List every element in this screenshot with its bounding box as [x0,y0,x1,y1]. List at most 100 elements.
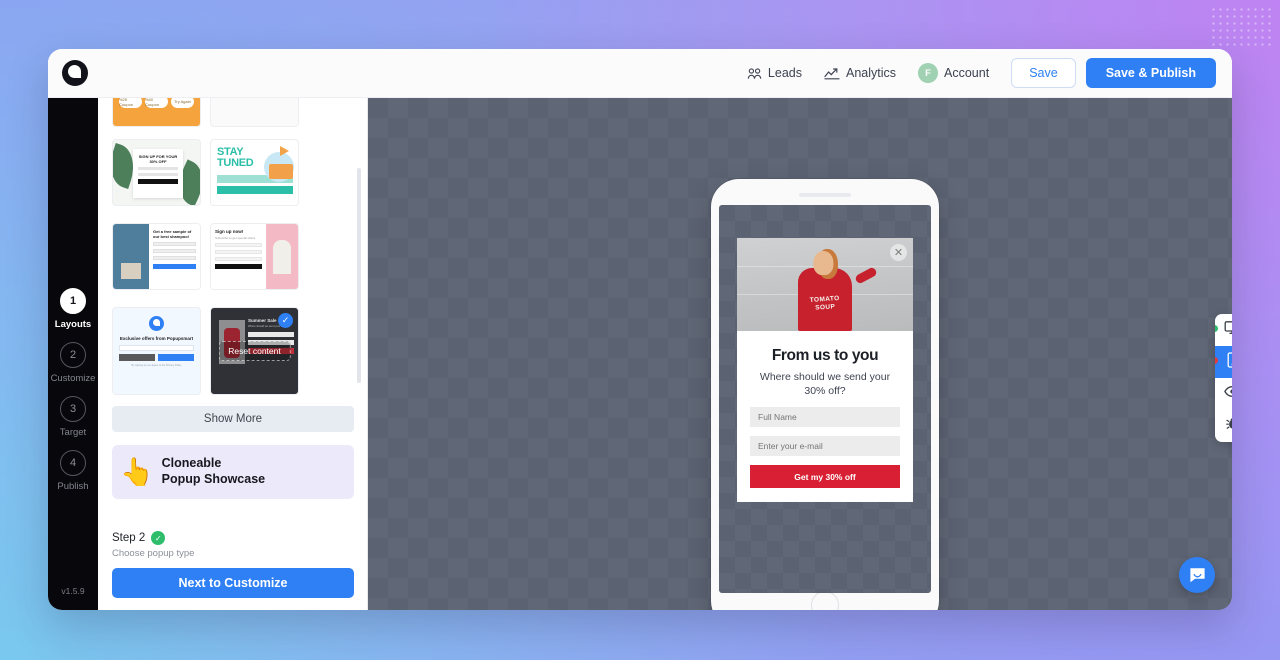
top-navigation-bar: Leads Analytics F Account Save Save & Pu… [48,49,1232,98]
wheel-pill: Try Again [171,98,194,108]
promo-title-line1: Cloneable [161,456,222,471]
leaves-card-input [138,173,178,177]
step-item-publish[interactable]: 4 Publish [48,450,98,492]
promo-title: Cloneable Popup Showcase [162,456,266,487]
show-more-button[interactable]: Show More [112,406,354,432]
template-thumbnail-summer-sale-selected[interactable]: Summer Sale Where should we send your of… [210,307,299,395]
template-row: Exclusive offers from Popupsmart By sign… [112,307,354,395]
popup-hero-image: TOMATO SOUP ✕ [737,238,913,331]
template-thumbnail-stay-tuned[interactable]: STAY TUNED [210,139,299,206]
nav-label-analytics: Analytics [845,66,897,80]
template-thumbnail-wheel[interactable]: %20 Coupon %30 Coupon %50 Coupon %25 Cou… [112,98,201,127]
popupsmart-no-button [119,354,155,361]
chat-bubble-icon[interactable] [1179,557,1215,593]
template-thumbnail-leaves[interactable]: SIGN UP FOR YOUR 30% OFF [112,139,201,206]
signup-card: Sign up now! Subscribe to get special of… [211,224,266,289]
save-and-publish-button[interactable]: Save & Publish [1085,58,1216,88]
signup-card-input [215,257,262,262]
check-circle-icon: ✓ [151,531,166,545]
get-my-discount-button[interactable]: Get my 30% off [750,465,900,489]
template-thumbnail-stool[interactable]: Get a free sample of our best shampoo! [112,223,201,290]
step-item-target[interactable]: 3 Target [48,396,98,438]
popupsmart-yes-button [158,354,194,361]
templates-scroll-area[interactable]: %20 Coupon %30 Coupon %50 Coupon %25 Cou… [98,98,367,523]
templates-panel: %20 Coupon %30 Coupon %50 Coupon %25 Cou… [98,98,368,610]
wheel-pill: %40 Coupon [145,98,168,108]
email-input[interactable] [750,436,900,457]
popupsmart-logo-icon[interactable] [62,60,88,86]
sweatshirt-text: TOMATO SOUP [810,295,841,313]
step-status-line: Step 2 ✓ [112,531,354,545]
template-row: %20 Coupon %30 Coupon %50 Coupon %25 Cou… [112,98,354,127]
phone-screen: TOMATO SOUP ✕ From us to you Where shoul… [719,205,931,593]
panel-footer: Step 2 ✓ Choose popup type Next to Custo… [98,523,367,610]
page-background: Leads Analytics F Account Save Save & Pu… [0,0,1280,660]
signup-card-input [215,243,262,248]
signup-card-input [215,250,262,255]
reset-content-button[interactable]: Reset content [218,341,291,361]
step-label-target: Target [59,427,87,438]
model-head [813,251,834,275]
steps-rail: 1 Layouts 2 Customize 3 Target 4 Publish… [48,98,98,610]
full-name-input[interactable] [750,407,900,428]
step-item-layouts[interactable]: 1 Layouts [48,288,98,330]
popupsmart-card-title: Exclusive offers from Popupsmart [119,336,194,341]
stool-card: Get a free sample of our best shampoo! [149,224,200,289]
stool-photo [113,224,149,289]
nav-item-analytics[interactable]: Analytics [824,66,896,80]
analytics-chart-icon [824,67,840,80]
leaves-card-title: SIGN UP FOR YOUR 30% OFF [138,154,178,165]
template-thumbnail-signup-now[interactable]: Sign up now! Subscribe to get special of… [210,223,299,290]
step-label-customize: Customize [50,373,96,384]
template-thumbnail-blank[interactable] [210,98,299,127]
template-row: SIGN UP FOR YOUR 30% OFF STAY TUNED [112,139,354,206]
nav-item-leads[interactable]: Leads [747,66,802,80]
bug-debug-icon [1225,416,1232,436]
avatar: F [918,63,939,83]
step-number-3: 3 [60,396,86,422]
app-window: Leads Analytics F Account Save Save & Pu… [48,49,1232,610]
phone-device-frame: TOMATO SOUP ✕ From us to you Where shoul… [711,179,939,610]
popupsmart-card-input [119,345,194,351]
template-row: Get a free sample of our best shampoo! S… [112,223,354,290]
version-label: v1.5.9 [61,586,85,596]
mobile-status-dot [1215,357,1218,364]
phone-home-button [811,591,839,610]
step-number-4: 4 [60,450,86,476]
mobile-preview-button[interactable] [1215,346,1232,378]
promo-title-line2: Popup Showcase [161,472,266,486]
signup-card-title: Sign up now! [215,229,244,234]
popup-body: From us to you Where should we send your… [737,331,913,502]
model-arm [854,266,878,285]
preview-eye-button[interactable] [1215,378,1232,410]
leaves-card-input [138,167,178,171]
cloneable-popup-showcase-banner[interactable]: 👆 Cloneable Popup Showcase [112,445,354,499]
next-to-customize-button[interactable]: Next to Customize [112,568,354,598]
template-thumbnail-popupsmart[interactable]: Exclusive offers from Popupsmart By sign… [112,307,201,395]
desktop-preview-button[interactable] [1215,314,1232,346]
stool-card-input [153,242,196,247]
step-description: Choose popup type [112,548,195,559]
phone-speaker [799,193,851,197]
leads-people-icon [747,67,762,80]
paper-plane-icon [280,146,289,156]
signup-card-button [215,264,262,270]
stool-card-title: Get a free sample of our best shampoo! [153,229,192,240]
save-button[interactable]: Save [1011,58,1076,88]
selected-check-icon[interactable]: ✓ [278,313,293,328]
nav-item-account[interactable]: F Account [918,63,989,83]
nav-label-leads: Leads [767,66,802,80]
leaves-card: SIGN UP FOR YOUR 30% OFF [133,149,183,198]
decorative-dot-pattern [1210,6,1272,46]
signup-card-sub: Subscribe to get special offers [215,236,256,240]
steps-list: 1 Layouts 2 Customize 3 Target 4 Publish [48,288,98,504]
close-x-icon[interactable]: ✕ [890,244,907,261]
step-item-customize[interactable]: 2 Customize [48,342,98,384]
debug-bug-button[interactable] [1215,410,1232,442]
step-label-layouts: Layouts [54,319,92,330]
templates-panel-scrollbar[interactable] [357,168,361,383]
desktop-status-dot [1215,325,1218,332]
stay-tuned-button [217,186,293,194]
wheel-pill: %25 Coupon [119,98,142,108]
stool-card-input [153,256,196,261]
